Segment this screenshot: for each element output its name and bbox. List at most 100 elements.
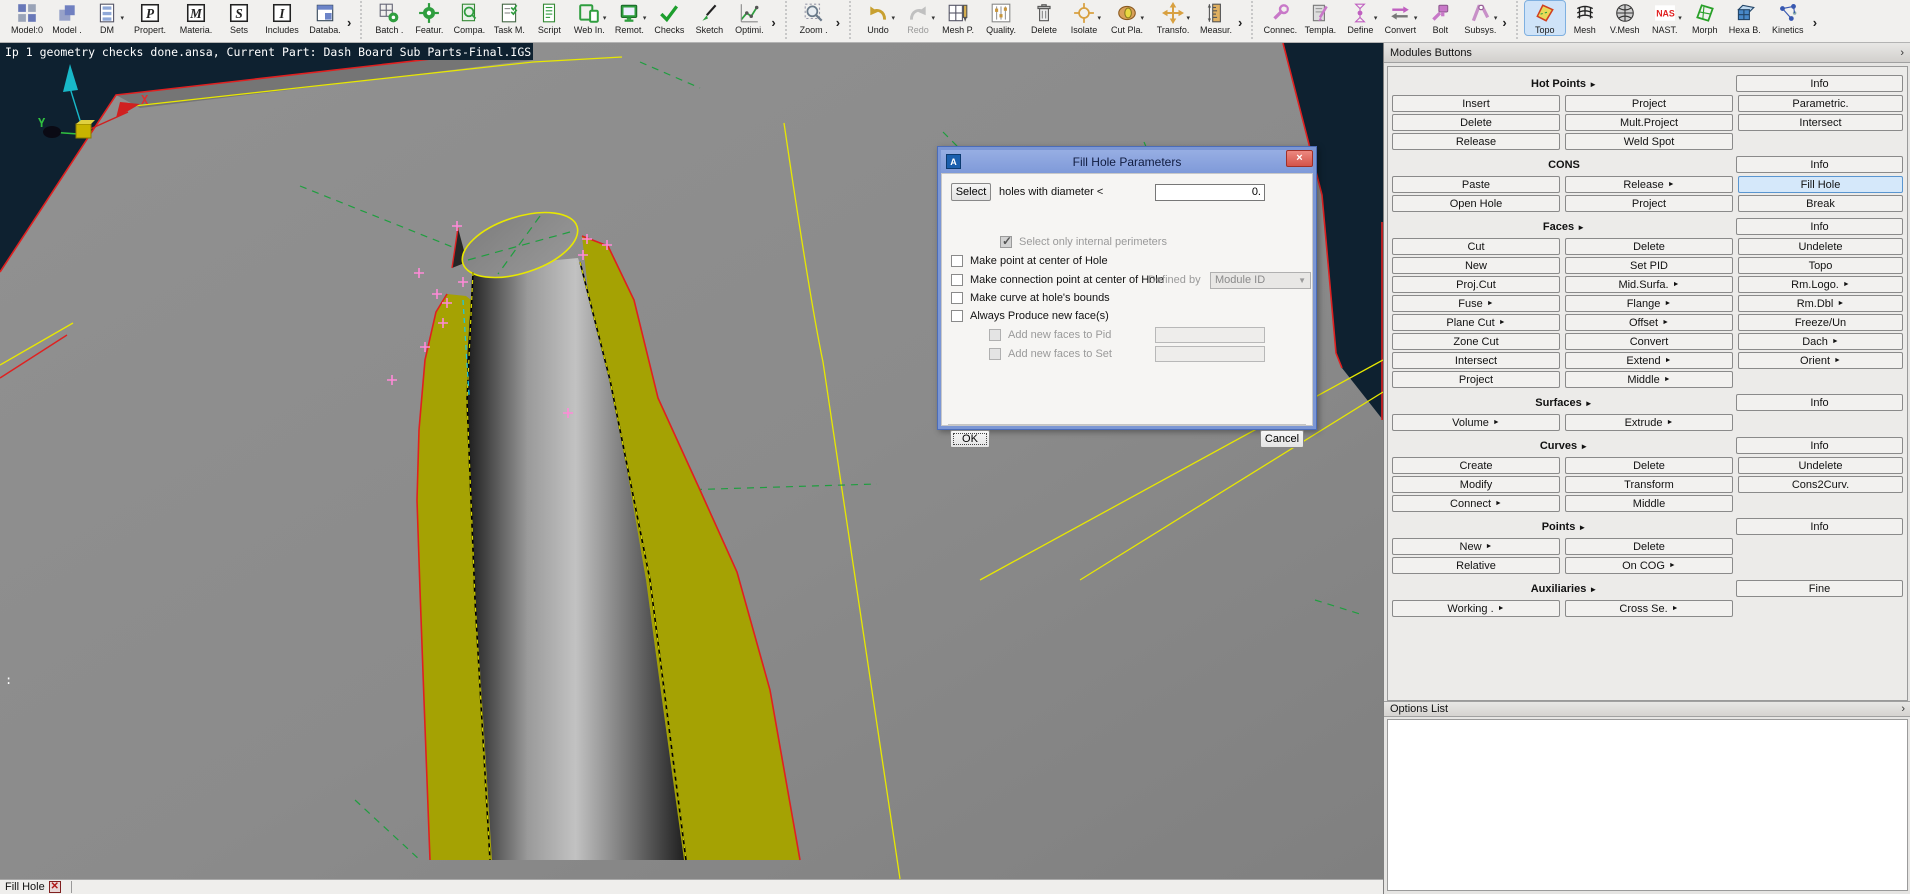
sidebar-button-middle[interactable]: Middle ►: [1565, 371, 1733, 388]
toolbar-item-featur[interactable]: Featur.: [409, 1, 449, 35]
toolbar-overflow-icon[interactable]: ›: [1813, 15, 1817, 30]
toolbar-item-optimi[interactable]: Optimi.: [729, 1, 769, 35]
toolbar-overflow-icon[interactable]: ›: [1238, 15, 1242, 30]
sidebar-button-proj-cut[interactable]: Proj.Cut: [1392, 276, 1560, 293]
checkbox-always-produce-new-face-s[interactable]: [951, 310, 963, 322]
sidebar-button-extend[interactable]: Extend ►: [1565, 352, 1733, 369]
sidebar-button-project[interactable]: Project: [1565, 195, 1733, 212]
toolbar-item-mesh-p[interactable]: Mesh P.: [938, 1, 978, 35]
sidebar-button-delete[interactable]: Delete: [1392, 114, 1560, 131]
toolbar-item-sketch[interactable]: Sketch: [689, 1, 729, 35]
toolbar-item-compa[interactable]: Compa.: [449, 1, 489, 35]
sidebar-button-topo[interactable]: Topo: [1738, 257, 1903, 274]
info-button-hot-points[interactable]: Info: [1736, 75, 1903, 92]
sidebar-button-break[interactable]: Break: [1738, 195, 1903, 212]
sidebar-button-convert[interactable]: Convert: [1565, 333, 1733, 350]
checkbox-make-point-at-center-of-hole[interactable]: [951, 255, 963, 267]
sidebar-button-delete[interactable]: Delete: [1565, 538, 1733, 555]
sidebar-button-volume[interactable]: Volume ►: [1392, 414, 1560, 431]
info-button-cons[interactable]: Info: [1736, 156, 1903, 173]
dropdown-arrow-icon[interactable]: ▾: [603, 14, 607, 22]
sidebar-button-project[interactable]: Project: [1565, 95, 1733, 112]
toolbar-item-propert[interactable]: P Propert.: [127, 1, 173, 35]
toolbar-item-transfo[interactable]: ▾ Transfo.: [1150, 1, 1196, 35]
module-id-dropdown[interactable]: Module ID ▼: [1210, 271, 1311, 289]
sidebar-button-cons2curv[interactable]: Cons2Curv.: [1738, 476, 1903, 493]
toolbar-item-topo[interactable]: Topo: [1523, 0, 1566, 36]
dialog-titlebar[interactable]: A Fill Hole Parameters: [941, 150, 1313, 173]
sidebar-button-orient[interactable]: Orient ►: [1738, 352, 1903, 369]
dropdown-arrow-icon[interactable]: ▾: [1098, 14, 1102, 22]
dropdown-arrow-icon[interactable]: ▾: [1414, 14, 1418, 22]
sidebar-button-extrude[interactable]: Extrude ►: [1565, 414, 1733, 431]
toolbar-item-checks[interactable]: Checks: [649, 1, 689, 35]
sidebar-button-zone-cut[interactable]: Zone Cut: [1392, 333, 1560, 350]
toolbar-item-task-m[interactable]: Task M.: [489, 1, 529, 35]
sidebar-button-project[interactable]: Project: [1392, 371, 1560, 388]
section-title-curves[interactable]: Curves ►: [1392, 440, 1736, 452]
options-collapse-icon[interactable]: ›: [1901, 703, 1905, 715]
toolbar-item-kinetics[interactable]: Kinetics: [1765, 1, 1811, 35]
sidebar-button-flange[interactable]: Flange ►: [1565, 295, 1733, 312]
toolbar-item-measur[interactable]: Measur.: [1196, 1, 1236, 35]
sidebar-button-undelete[interactable]: Undelete: [1738, 238, 1903, 255]
checkbox-add-new-faces-to-set[interactable]: [989, 348, 1001, 360]
toolbar-item-delete[interactable]: Delete: [1024, 1, 1064, 35]
sidebar-button-cross-se[interactable]: Cross Se. ►: [1565, 600, 1733, 617]
modules-buttons-header[interactable]: Modules Buttons ›: [1384, 43, 1910, 63]
checkbox-add-new-faces-to-pid[interactable]: [989, 329, 1001, 341]
toolbar-item-convert[interactable]: ▾ Convert: [1380, 1, 1420, 35]
checkbox-select-only-internal-perimeters[interactable]: [1000, 234, 1012, 248]
toolbar-item-quality[interactable]: Quality.: [978, 1, 1024, 35]
sidebar-button-create[interactable]: Create: [1392, 457, 1560, 474]
toolbar-item-subsys[interactable]: ▾ Subsys.: [1460, 1, 1500, 35]
toolbar-item-v-mesh[interactable]: V.Mesh: [1605, 1, 1645, 35]
sidebar-button-undelete[interactable]: Undelete: [1738, 457, 1903, 474]
sidebar-button-release[interactable]: Release ►: [1565, 176, 1733, 193]
toolbar-item-undo[interactable]: ▾ Undo: [858, 1, 898, 35]
info-button-faces[interactable]: Info: [1736, 218, 1903, 235]
toolbar-item-materia[interactable]: M Materia.: [173, 1, 219, 35]
toolbar-item-cut-pla[interactable]: ▾ Cut Pla.: [1104, 1, 1150, 35]
toolbar-item-nast[interactable]: NAS ▾ NAST.: [1645, 1, 1685, 35]
sidebar-button-new[interactable]: New ►: [1392, 538, 1560, 555]
section-title-auxiliaries[interactable]: Auxiliaries ►: [1392, 583, 1736, 595]
dropdown-arrow-icon[interactable]: ▾: [643, 14, 647, 22]
sidebar-button-middle[interactable]: Middle: [1565, 495, 1733, 512]
toolbar-item-model-0[interactable]: Model:0: [7, 1, 47, 35]
sidebar-button-modify[interactable]: Modify: [1392, 476, 1560, 493]
sidebar-button-parametric[interactable]: Parametric.: [1738, 95, 1903, 112]
ok-button[interactable]: OK: [950, 430, 990, 448]
toolbar-item-web-in[interactable]: ▾ Web In.: [569, 1, 609, 35]
toolbar-item-isolate[interactable]: ▾ Isolate: [1064, 1, 1104, 35]
sidebar-button-new[interactable]: New: [1392, 257, 1560, 274]
dropdown-arrow-icon[interactable]: ▾: [1187, 14, 1191, 22]
toolbar-item-mesh[interactable]: Mesh: [1565, 1, 1605, 35]
toolbar-item-define[interactable]: ▾ Define: [1340, 1, 1380, 35]
dialog-close-button[interactable]: ×: [1286, 150, 1313, 167]
options-list-panel[interactable]: [1387, 719, 1908, 891]
sidebar-button-fill-hole[interactable]: Fill Hole: [1738, 176, 1903, 193]
sidebar-button-connect[interactable]: Connect ►: [1392, 495, 1560, 512]
section-title-faces[interactable]: Faces ►: [1392, 221, 1736, 233]
sidebar-button-set-pid[interactable]: Set PID: [1565, 257, 1733, 274]
sidebar-button-paste[interactable]: Paste: [1392, 176, 1560, 193]
dropdown-arrow-icon[interactable]: ▾: [892, 14, 896, 22]
sidebar-button-offset[interactable]: Offset ►: [1565, 314, 1733, 331]
dropdown-arrow-icon[interactable]: ▾: [932, 14, 936, 22]
options-list-header[interactable]: Options List ›: [1384, 701, 1910, 717]
sidebar-button-plane-cut[interactable]: Plane Cut ►: [1392, 314, 1560, 331]
toolbar-overflow-icon[interactable]: ›: [836, 15, 840, 30]
info-button-surfaces[interactable]: Info: [1736, 394, 1903, 411]
sidebar-button-mult-project[interactable]: Mult.Project: [1565, 114, 1733, 131]
toolbar-item-zoom[interactable]: Zoom .: [794, 1, 834, 35]
section-title-cons[interactable]: CONS: [1392, 159, 1736, 171]
toolbar-item-hexa-b[interactable]: Hexa B.: [1725, 1, 1765, 35]
sidebar-button-weld-spot[interactable]: Weld Spot: [1565, 133, 1733, 150]
toolbar-item-includes[interactable]: I Includes: [259, 1, 305, 35]
sidebar-button-working[interactable]: Working . ►: [1392, 600, 1560, 617]
toolbar-item-bolt[interactable]: Bolt: [1420, 1, 1460, 35]
toolbar-item-sets[interactable]: S Sets: [219, 1, 259, 35]
sidebar-button-release[interactable]: Release: [1392, 133, 1560, 150]
sidebar-button-rm-logo[interactable]: Rm.Logo. ►: [1738, 276, 1903, 293]
